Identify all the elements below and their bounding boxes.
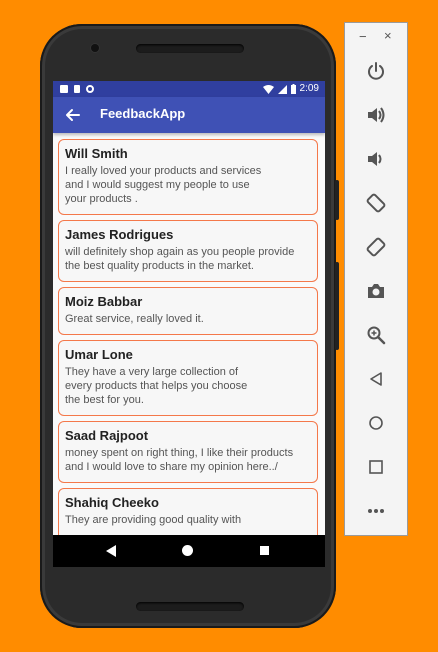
feedback-author: Umar Lone	[65, 347, 133, 362]
feedback-author: Moiz Babbar	[65, 294, 143, 309]
front-camera	[91, 44, 99, 52]
feedback-author: James Rodrigues	[65, 227, 174, 242]
close-button[interactable]: ×	[384, 28, 392, 43]
feedback-card[interactable]: James Rodrigues will definitely shop aga…	[58, 220, 318, 282]
sync-icon	[86, 85, 94, 93]
arrow-back-icon[interactable]	[63, 105, 83, 125]
phone-power-button	[335, 180, 339, 220]
top-speaker	[136, 44, 244, 53]
home-icon[interactable]	[363, 410, 389, 436]
rotate-right-icon[interactable]	[363, 234, 389, 260]
emulator-controls-panel: − ×	[344, 22, 408, 536]
minimize-button[interactable]: −	[359, 29, 367, 44]
rotate-left-icon[interactable]	[363, 190, 389, 216]
bottom-speaker	[136, 602, 244, 611]
feedback-text: They are providing good quality with	[65, 514, 242, 526]
volume-down-icon[interactable]	[363, 146, 389, 172]
zoom-icon[interactable]	[363, 322, 389, 348]
app-title: FeedbackApp	[100, 106, 186, 121]
app-toolbar: FeedbackApp	[53, 97, 325, 133]
feedback-text: Great service, really loved it.	[65, 313, 204, 325]
feedback-card[interactable]: Shahiq Cheeko They are providing good qu…	[58, 488, 318, 535]
feedback-text: will definitely shop again as you people…	[65, 246, 295, 272]
more-icon[interactable]	[363, 498, 389, 524]
wifi-icon	[262, 84, 274, 94]
power-icon[interactable]	[363, 58, 389, 84]
feedback-card[interactable]: Moiz Babbar Great service, really loved …	[58, 287, 318, 335]
feedback-author: Saad Rajpoot	[65, 428, 149, 443]
feedback-list[interactable]: Will Smith I really loved your products …	[53, 133, 325, 535]
feedback-author: Shahiq Cheeko	[65, 495, 159, 510]
feedback-card[interactable]: Saad Rajpoot money spent on right thing,…	[58, 421, 318, 483]
square-recents-icon[interactable]	[260, 546, 269, 555]
feedback-card[interactable]: Will Smith I really loved your products …	[58, 139, 318, 215]
triangle-back-icon[interactable]	[106, 545, 117, 557]
status-notifications	[60, 81, 94, 97]
status-time: 2:09	[299, 83, 319, 94]
phone-screen: 2:09 FeedbackApp Will Smith I really lov…	[53, 81, 325, 591]
phone-chin	[53, 567, 325, 591]
feedback-author: Will Smith	[65, 146, 128, 161]
overview-icon[interactable]	[363, 454, 389, 480]
status-bar: 2:09	[53, 81, 325, 97]
feedback-card[interactable]: Umar Lone They have a very large collect…	[58, 340, 318, 416]
panel-window-controls: − ×	[345, 23, 407, 53]
phone-frame: 2:09 FeedbackApp Will Smith I really lov…	[40, 24, 336, 628]
system-nav-bar	[53, 535, 325, 567]
notification-a-icon	[60, 85, 68, 93]
battery-icon	[290, 84, 296, 94]
feedback-text: I really loved your products and service…	[65, 165, 262, 205]
feedback-text: They have a very large collection of eve…	[65, 366, 248, 406]
phone-volume-button	[335, 262, 339, 350]
circle-home-icon[interactable]	[182, 545, 193, 556]
signal-icon	[277, 84, 287, 94]
feedback-text: money spent on right thing, I like their…	[65, 447, 294, 473]
sd-card-icon	[74, 85, 80, 93]
volume-up-icon[interactable]	[363, 102, 389, 128]
status-system: 2:09	[262, 81, 319, 97]
back-icon[interactable]	[363, 366, 389, 392]
camera-icon[interactable]	[363, 278, 389, 304]
